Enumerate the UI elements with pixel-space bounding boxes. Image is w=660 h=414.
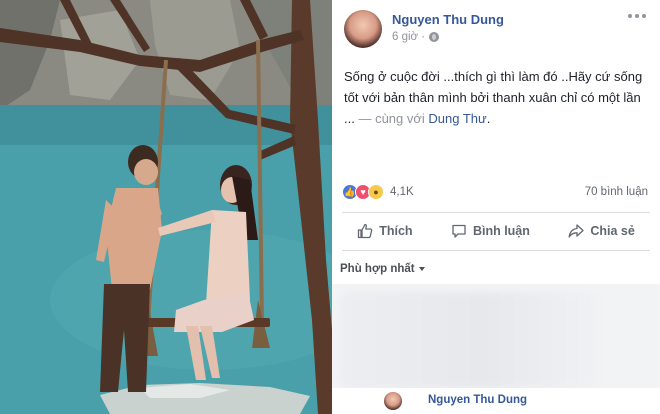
tagged-user-link[interactable]: Dung Thư (428, 111, 486, 126)
reaction-count: 4,1K (390, 186, 414, 198)
share-icon (568, 224, 584, 238)
like-label: Thích (379, 224, 413, 238)
blurred-comment (340, 292, 598, 388)
photo-scene (0, 0, 332, 414)
reply-row: Nguyen Thu Dung (332, 388, 660, 414)
post-meta: 6 giờ · (392, 31, 440, 43)
with-label: — cùng với (354, 111, 429, 126)
reactions-summary[interactable]: 👍 ♥ ● 4,1K (342, 184, 414, 200)
thumbs-up-icon (358, 223, 373, 239)
author-avatar[interactable] (344, 10, 382, 48)
action-bar: Thích Bình luận Chia sẻ (332, 217, 660, 245)
wow-icon: ● (368, 184, 384, 200)
dot-icon (628, 14, 632, 18)
comment-count-link[interactable]: 70 bình luận (585, 186, 648, 198)
caret-down-icon (418, 267, 425, 271)
comment-area: Nguyen Thu Dung (332, 284, 660, 414)
facebook-post: Nguyen Thu Dung 6 giờ · Sống ở cuộc đời … (332, 0, 660, 414)
like-button[interactable]: Thích (357, 223, 413, 239)
comment-label: Bình luận (472, 224, 530, 238)
globe-icon (429, 32, 440, 42)
reply-avatar[interactable] (384, 392, 402, 410)
dot-icon (642, 14, 646, 18)
post-time[interactable]: 6 giờ · (392, 31, 425, 43)
comment-icon (452, 224, 466, 238)
comment-sort-dropdown[interactable]: Phù hợp nhất (340, 263, 425, 275)
more-options-button[interactable] (628, 14, 646, 18)
post-text-end: . (486, 111, 491, 126)
divider (342, 212, 650, 213)
comment-button[interactable]: Bình luận (451, 223, 530, 239)
share-button[interactable]: Chia sẻ (568, 223, 635, 239)
post-text: Sống ở cuộc đời ...thích gì thì làm đó .… (344, 66, 649, 129)
reply-author-name[interactable]: Nguyen Thu Dung (428, 394, 527, 406)
sort-label: Phù hợp nhất (340, 263, 415, 275)
share-label: Chia sẻ (590, 224, 635, 238)
author-name[interactable]: Nguyen Thu Dung (392, 12, 504, 27)
divider (342, 250, 650, 251)
post-photo[interactable] (0, 0, 332, 414)
dot-icon (635, 14, 639, 18)
